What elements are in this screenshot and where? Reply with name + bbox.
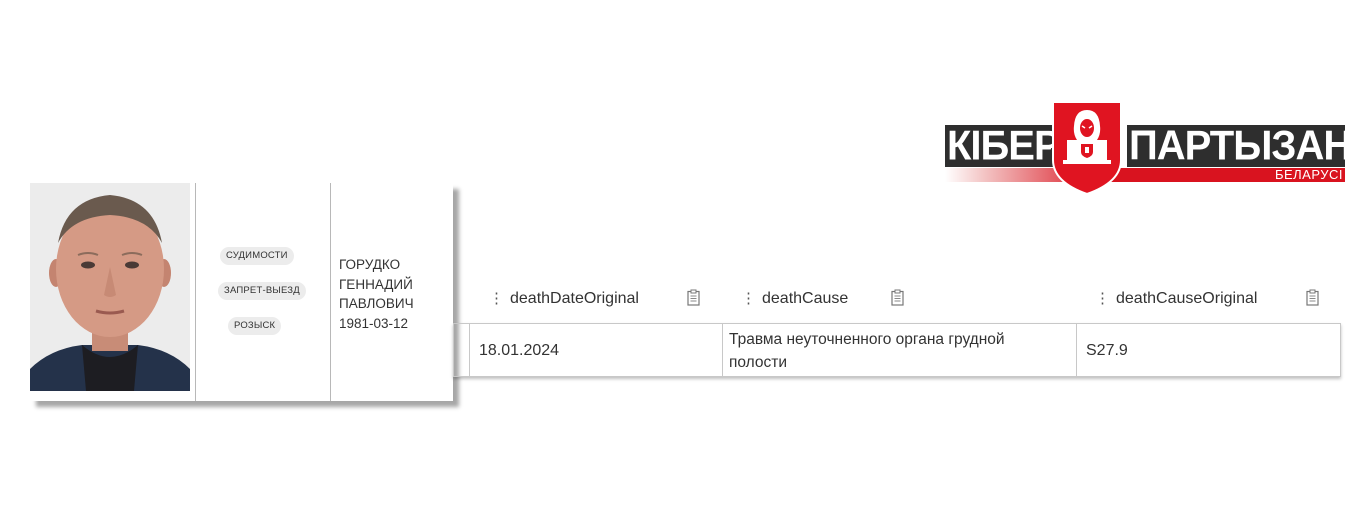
column-header-death-cause[interactable]: ⋮ deathCause [741, 280, 848, 322]
column-header-death-cause-original[interactable]: ⋮ deathCauseOriginal [1095, 280, 1257, 322]
hacker-shield-icon [1049, 100, 1125, 196]
drag-handle-icon[interactable]: ⋮ [489, 290, 504, 307]
drag-handle-icon[interactable]: ⋮ [741, 290, 756, 307]
person-last-name: ГОРУДКО [339, 257, 401, 272]
logo-word-left: КІБЕР [945, 122, 1061, 170]
person-first-name: ГЕННАДИЙ [339, 276, 413, 292]
status-badge-convictions[interactable]: СУДИМОСТИ [220, 247, 294, 265]
card-divider [195, 183, 196, 401]
person-photo [30, 183, 190, 391]
status-badge-wanted[interactable]: РОЗЫСК [228, 317, 282, 335]
table-header: ⋮ deathDateOriginal ⋮ deathCause ⋮ deathCau… [453, 280, 1341, 322]
drag-handle-icon[interactable]: ⋮ [1095, 290, 1110, 307]
person-patronymic: ПАВЛОВИЧ [339, 296, 414, 311]
cell-death-cause: Травма неуточненного органа грудной поло… [723, 324, 1077, 376]
table-row: 18.01.2024 Травма неуточненного органа г… [453, 323, 1341, 377]
cell-death-date-original: 18.01.2024 [470, 324, 723, 376]
profile-card: СУДИМОСТИ ЗАПРЕТ-ВЫЕЗД РОЗЫСК ГОРУДКО ГЕ… [30, 183, 453, 401]
person-details: ГОРУДКО ГЕННАДИЙ ПАВЛОВИЧ 1981-03-12 [339, 255, 414, 333]
cell-death-cause-original: S27.9 [1086, 342, 1128, 359]
status-badge-travel-ban[interactable]: ЗАПРЕТ-ВЫЕЗД [218, 282, 306, 300]
clipboard-icon[interactable] [687, 289, 700, 306]
column-header-death-date-original[interactable]: ⋮ deathDateOriginal [489, 280, 639, 322]
kiber-partyzany-logo: КІБЕР ПАРТЫЗАНЫ БЕЛАРУСІ [945, 100, 1364, 200]
table-cell-spacer [454, 324, 470, 376]
logo-word-right: ПАРТЫЗАНЫ [1127, 122, 1364, 170]
cell-death-cause-line: Травма неуточненного органа грудной [729, 331, 1005, 348]
death-record-table: ⋮ deathDateOriginal ⋮ deathCause ⋮ deathCau… [453, 280, 1341, 380]
clipboard-icon[interactable] [1306, 289, 1319, 306]
logo-subtitle: БЕЛАРУСІ [1274, 167, 1343, 182]
clipboard-icon[interactable] [891, 289, 904, 306]
cell-death-cause-line: полости [729, 354, 788, 371]
person-birth-date: 1981-03-12 [339, 315, 409, 331]
card-divider [330, 183, 331, 401]
